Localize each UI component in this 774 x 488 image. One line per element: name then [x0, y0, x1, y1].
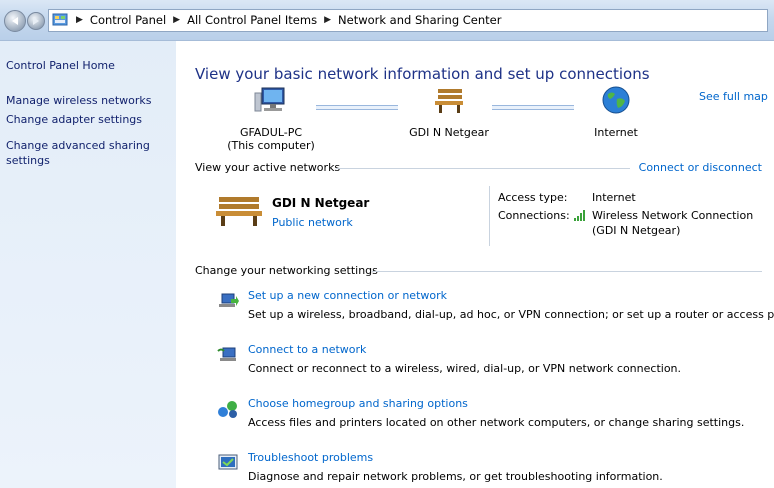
sidebar-advanced-sharing[interactable]: Change advanced sharing settings: [6, 138, 171, 168]
task-homegroup-link[interactable]: Choose homegroup and sharing options: [248, 397, 468, 410]
task-homegroup-desc: Access files and printers located on oth…: [248, 416, 745, 429]
see-full-map-link[interactable]: See full map: [699, 90, 768, 103]
troubleshoot-icon: [218, 454, 238, 470]
section-divider: [336, 168, 630, 169]
breadcrumb-separator-icon[interactable]: ▶: [73, 15, 86, 25]
page-title: View your basic network information and …: [195, 65, 650, 83]
new-connection-icon: [219, 293, 239, 307]
sidebar-change-adapter[interactable]: Change adapter settings: [6, 112, 171, 127]
map-internet[interactable]: Internet: [566, 85, 666, 139]
bench-icon: [435, 89, 463, 113]
change-settings-header: Change your networking settings: [195, 264, 378, 277]
breadcrumb-separator-icon[interactable]: ▶: [321, 15, 334, 25]
bench-icon: [216, 197, 262, 226]
task-connect-network-desc: Connect or reconnect to a wireless, wire…: [248, 362, 682, 375]
connections-label: Connections:: [498, 209, 570, 222]
connect-network-icon: [217, 347, 236, 361]
sidebar-control-panel-home[interactable]: Control Panel Home: [6, 58, 171, 73]
address-bar[interactable]: ▶ Control Panel ▶ All Control Panel Item…: [48, 9, 768, 32]
vertical-divider: [489, 186, 490, 246]
map-link-line: [492, 105, 574, 110]
map-network[interactable]: GDI N Netgear: [394, 85, 504, 139]
computer-name: GFADUL-PC: [239, 126, 303, 139]
active-network-name: GDI N Netgear: [272, 196, 370, 210]
task-troubleshoot-desc: Diagnose and repair network problems, or…: [248, 470, 663, 483]
wireless-connection-link[interactable]: Wireless Network Connection: [592, 209, 753, 222]
forward-arrow-icon: [33, 17, 39, 25]
network-name: GDI N Netgear: [409, 126, 489, 139]
task-connect-network-link[interactable]: Connect to a network: [248, 343, 366, 356]
homegroup-icon: [218, 401, 237, 418]
active-networks-header: View your active networks: [195, 161, 341, 174]
computer-icon: [254, 87, 285, 112]
breadcrumb-control-panel[interactable]: Control Panel: [86, 13, 170, 27]
sidebar: Control Panel Home Manage wireless netwo…: [0, 41, 176, 488]
sidebar-manage-wireless[interactable]: Manage wireless networks: [6, 93, 171, 108]
task-new-connection-link[interactable]: Set up a new connection or network: [248, 289, 447, 302]
task-troubleshoot-link[interactable]: Troubleshoot problems: [248, 451, 373, 464]
breadcrumb-network-sharing[interactable]: Network and Sharing Center: [334, 13, 505, 27]
breadcrumb-separator-icon[interactable]: ▶: [170, 15, 183, 25]
wireless-connection-ssid-link[interactable]: (GDI N Netgear): [592, 224, 680, 237]
back-button[interactable]: [4, 10, 26, 32]
breadcrumb-all-items[interactable]: All Control Panel Items: [183, 13, 321, 27]
task-new-connection-desc: Set up a wireless, broadband, dial-up, a…: [248, 308, 774, 321]
map-link-line: [316, 105, 398, 110]
internet-label: Internet: [594, 126, 638, 139]
forward-button[interactable]: [27, 12, 45, 30]
address-toolbar: ▶ Control Panel ▶ All Control Panel Item…: [0, 0, 774, 41]
globe-icon: [602, 86, 630, 114]
section-divider: [372, 271, 762, 272]
access-type-value: Internet: [592, 191, 636, 204]
control-panel-icon: [52, 13, 68, 26]
back-arrow-icon: [12, 17, 18, 25]
access-type-label: Access type:: [498, 191, 568, 204]
map-computer[interactable]: GFADUL-PC (This computer): [216, 85, 326, 152]
active-network-type-link[interactable]: Public network: [272, 216, 353, 229]
main-content: View your basic network information and …: [176, 41, 774, 488]
breadcrumb: ▶ Control Panel ▶ All Control Panel Item…: [73, 13, 506, 27]
signal-bars-icon: [574, 210, 585, 221]
connect-disconnect-link[interactable]: Connect or disconnect: [639, 161, 762, 174]
computer-subtitle: (This computer): [227, 139, 315, 152]
